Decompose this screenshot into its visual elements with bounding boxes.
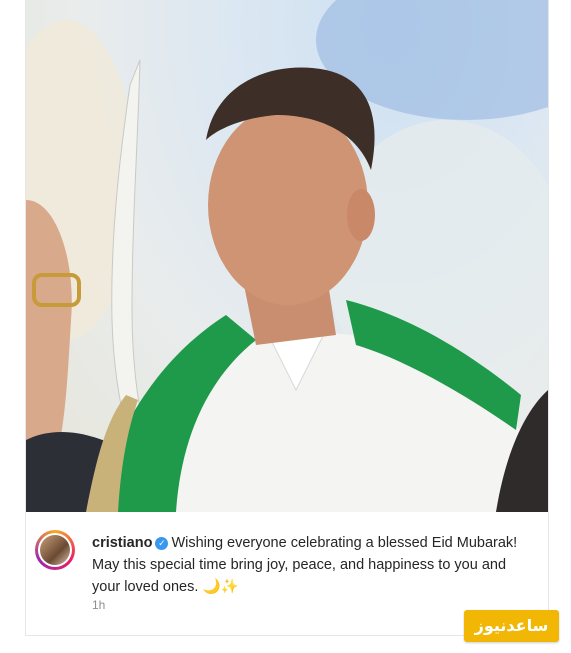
post-photo[interactable] — [26, 0, 548, 512]
avatar-image — [40, 535, 70, 565]
avatar-ring-gap — [38, 533, 72, 567]
post-timestamp[interactable]: 1h — [92, 598, 105, 612]
verified-badge-icon: ✓ — [155, 537, 169, 550]
instagram-post: cristiano ✓ Wishing everyone celebrating a… — [25, 0, 549, 636]
emoji-text: 🌙✨ — [202, 579, 239, 595]
username-link[interactable]: cristiano — [92, 535, 152, 551]
watermark-logo: ساعدنیوز — [464, 610, 559, 642]
photo-illustration — [26, 0, 548, 512]
caption-text: cristiano ✓ Wishing everyone celebrating a… — [92, 532, 537, 598]
avatar[interactable] — [35, 530, 75, 570]
